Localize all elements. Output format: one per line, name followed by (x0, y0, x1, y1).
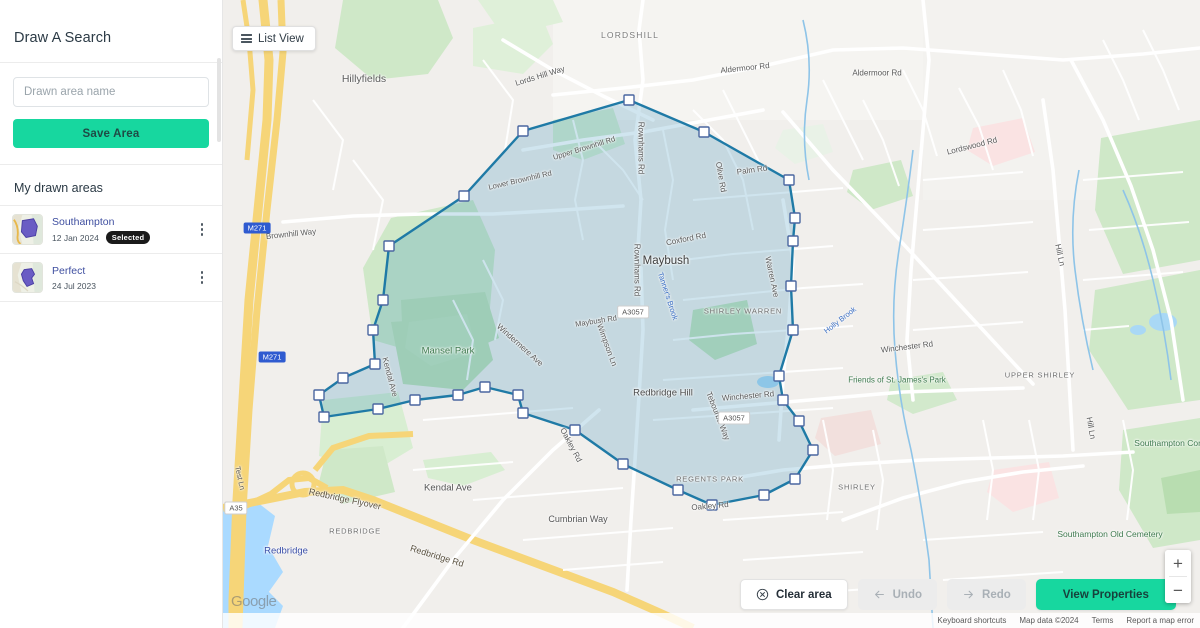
area-name[interactable]: Southampton (52, 215, 192, 229)
drawn-areas-list: Southampton 12 Jan 2024 Selected Perfect… (0, 206, 222, 628)
zoom-out-button[interactable]: − (1165, 577, 1191, 603)
save-area-button[interactable]: Save Area (13, 119, 209, 148)
map-toolbar: Clear area Undo Redo View Properties (740, 579, 1176, 610)
attribution-item: Map data ©2024 (1019, 616, 1079, 625)
my-drawn-areas-heading: My drawn areas (0, 165, 222, 206)
list-view-label: List View (258, 32, 304, 45)
area-subline: 24 Jul 2023 (52, 281, 192, 291)
area-date: 24 Jul 2023 (52, 280, 96, 291)
view-properties-button[interactable]: View Properties (1035, 579, 1176, 610)
list-view-icon (241, 34, 252, 43)
status-badge: Selected (105, 231, 151, 244)
sidebar: Draw A Search Save Area My drawn areas (0, 0, 223, 628)
area-date: 12 Jan 2024 (52, 232, 99, 243)
arrow-left-icon (874, 590, 884, 599)
attribution-item[interactable]: Terms (1092, 616, 1114, 625)
attribution-item[interactable]: Report a map error (1126, 616, 1194, 625)
area-name[interactable]: Perfect (52, 264, 192, 278)
sidebar-header: Draw A Search (0, 0, 222, 63)
list-item-meta: Southampton 12 Jan 2024 Selected (43, 215, 192, 244)
map-thumbnail-icon (12, 214, 43, 245)
page-title: Draw A Search (14, 30, 112, 46)
area-subline: 12 Jan 2024 Selected (52, 231, 192, 244)
map-attribution: Keyboard shortcuts Map data ©2024 Terms Rep… (223, 613, 1200, 628)
redo-label: Redo (982, 588, 1011, 601)
map-canvas[interactable]: LORDSHILL Hillyfields Maybush Mansel Park Re… (223, 0, 1200, 628)
undo-button[interactable]: Undo (857, 579, 938, 610)
undo-label: Undo (892, 588, 923, 601)
clear-area-label: Clear area (776, 588, 832, 601)
kebab-menu-icon[interactable] (192, 264, 212, 292)
zoom-in-button[interactable]: + (1165, 550, 1191, 576)
kebab-menu-icon[interactable] (192, 216, 212, 244)
attribution-item[interactable]: Keyboard shortcuts (937, 616, 1006, 625)
draw-area-form: Save Area (0, 63, 222, 165)
list-view-button[interactable]: List View (232, 26, 316, 51)
zoom-controls: + − (1165, 550, 1191, 603)
google-logo: Google (231, 593, 277, 610)
map-thumbnail-icon (12, 262, 43, 293)
clear-circle-icon (756, 588, 769, 601)
draw-a-search-app: Draw A Search Save Area My drawn areas (0, 0, 1200, 628)
map-tiles (223, 0, 1200, 628)
sidebar-scrollbar[interactable] (216, 58, 221, 142)
list-item-meta: Perfect 24 Jul 2023 (43, 264, 192, 290)
list-item[interactable]: Southampton 12 Jan 2024 Selected (0, 206, 222, 254)
list-item[interactable]: Perfect 24 Jul 2023 (0, 254, 222, 302)
clear-area-button[interactable]: Clear area (740, 579, 848, 610)
redo-button[interactable]: Redo (947, 579, 1026, 610)
drawn-area-name-input[interactable] (13, 77, 209, 107)
arrow-right-icon (964, 590, 973, 599)
